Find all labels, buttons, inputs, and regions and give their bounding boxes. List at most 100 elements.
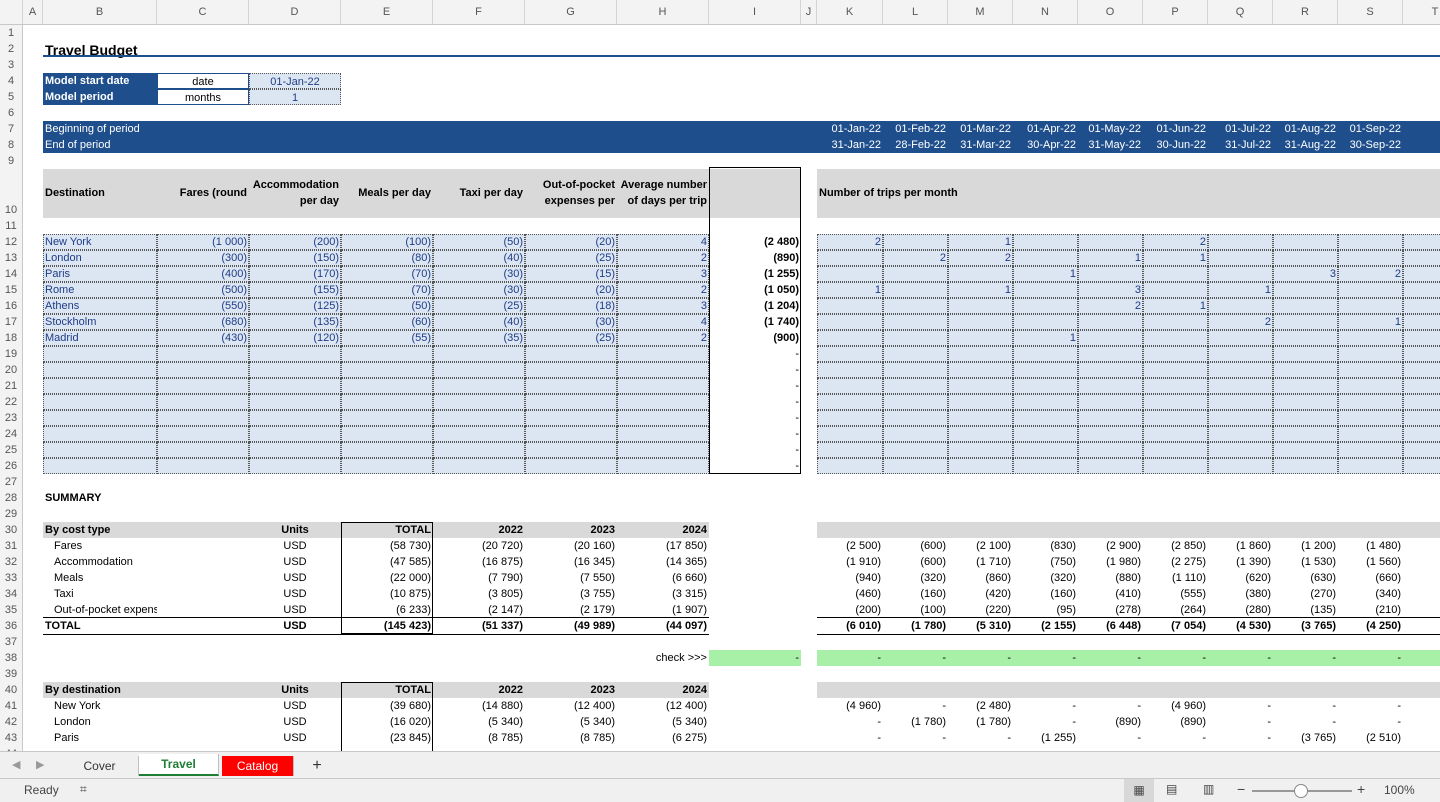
total-cost-value[interactable]: (890)	[709, 250, 801, 266]
meals-value[interactable]: (100)	[341, 234, 433, 250]
taxi-value[interactable]: (40)	[433, 314, 525, 330]
by-dest-row-year[interactable]: (6 275)	[617, 730, 709, 746]
trips-cell[interactable]	[1403, 426, 1440, 442]
row-header[interactable]: 35	[0, 602, 23, 618]
trips-cell[interactable]	[1273, 426, 1338, 442]
taxi-value[interactable]: (30)	[433, 282, 525, 298]
by-cost-row-month[interactable]: (264)	[1143, 602, 1208, 618]
row-header[interactable]: 9	[0, 153, 23, 169]
input-cell[interactable]	[249, 458, 341, 474]
trips-cell[interactable]	[1338, 250, 1403, 266]
trips-cell[interactable]	[1273, 394, 1338, 410]
trips-value[interactable]: 1	[1208, 282, 1273, 298]
by-cost-header-year[interactable]: 2023	[525, 522, 617, 538]
trips-cell[interactable]	[1338, 330, 1403, 346]
row-header[interactable]: 38	[0, 650, 23, 666]
by-cost-row-month[interactable]: (200)	[817, 602, 883, 618]
by-dest-row-month[interactable]: -	[1338, 698, 1403, 714]
by-cost-row-month[interactable]: (2 500)	[817, 538, 883, 554]
out-of-pocket-value[interactable]: (30)	[525, 314, 617, 330]
trips-cell[interactable]	[1403, 266, 1440, 282]
by-dest-row-month[interactable]: (1 255)	[1013, 730, 1078, 746]
trips-cell[interactable]	[1338, 378, 1403, 394]
days-value[interactable]: 3	[617, 266, 709, 282]
trips-cell[interactable]	[1208, 266, 1273, 282]
days-value[interactable]: 2	[617, 250, 709, 266]
select-all-corner[interactable]	[0, 0, 23, 24]
trips-cell[interactable]	[1208, 378, 1273, 394]
input-cell[interactable]	[157, 426, 249, 442]
meals-value[interactable]: (55)	[341, 330, 433, 346]
trips-cell[interactable]	[1013, 346, 1078, 362]
input-cell[interactable]	[43, 442, 157, 458]
trips-cell[interactable]	[817, 346, 883, 362]
column-header-c[interactable]: C	[157, 0, 249, 24]
row-header[interactable]: 6	[0, 105, 23, 121]
trips-cell[interactable]	[1403, 234, 1440, 250]
trips-cell[interactable]	[1143, 458, 1208, 474]
destination-name[interactable]: Stockholm	[43, 314, 157, 330]
row-header[interactable]: 33	[0, 570, 23, 586]
trips-cell[interactable]	[883, 330, 948, 346]
trips-cell[interactable]	[1143, 426, 1208, 442]
input-cell[interactable]	[341, 410, 433, 426]
by-dest-row-month[interactable]: -	[1273, 698, 1338, 714]
column-header-r[interactable]: R	[1273, 0, 1338, 24]
trips-cell[interactable]	[1403, 362, 1440, 378]
trips-cell[interactable]	[1273, 410, 1338, 426]
by-cost-row-month[interactable]: (600)	[883, 554, 948, 570]
out-of-pocket-value[interactable]: (20)	[525, 282, 617, 298]
column-header-m[interactable]: M	[948, 0, 1013, 24]
trips-cell[interactable]	[1403, 346, 1440, 362]
column-header-f[interactable]: F	[433, 0, 525, 24]
trips-cell[interactable]	[1273, 234, 1338, 250]
out-of-pocket-value[interactable]: (25)	[525, 330, 617, 346]
trips-cell[interactable]	[1013, 378, 1078, 394]
accommodation-value[interactable]: (120)	[249, 330, 341, 346]
column-header-p[interactable]: P	[1143, 0, 1208, 24]
by-cost-row-year[interactable]: (7 550)	[525, 570, 617, 586]
row-header[interactable]: 17	[0, 314, 23, 330]
row-header[interactable]: 25	[0, 442, 23, 458]
row-header[interactable]: 27	[0, 474, 23, 490]
input-cell[interactable]	[341, 362, 433, 378]
by-cost-row-month[interactable]: (95)	[1013, 602, 1078, 618]
input-cell[interactable]	[525, 394, 617, 410]
page-break-icon[interactable]: ▥	[1203, 782, 1214, 796]
trips-cell[interactable]	[883, 314, 948, 330]
check-month-value[interactable]: -	[1143, 650, 1208, 666]
input-cell[interactable]	[433, 362, 525, 378]
trips-cell[interactable]	[1013, 410, 1078, 426]
fares-value[interactable]: (500)	[157, 282, 249, 298]
by-dest-row-label[interactable]: London	[43, 714, 157, 730]
trips-cell[interactable]	[1403, 330, 1440, 346]
total-cost-empty[interactable]: -	[709, 394, 801, 410]
by-dest-row-year[interactable]: (12 400)	[525, 698, 617, 714]
row-header[interactable]: 26	[0, 458, 23, 474]
trips-cell[interactable]	[1143, 442, 1208, 458]
trips-cell[interactable]	[1078, 410, 1143, 426]
by-cost-row-month[interactable]: (880)	[1078, 570, 1143, 586]
total-cost-empty[interactable]: -	[709, 458, 801, 474]
out-of-pocket-value[interactable]: (15)	[525, 266, 617, 282]
by-cost-header-year[interactable]: 2022	[433, 522, 525, 538]
by-cost-row-month[interactable]: (600)	[883, 538, 948, 554]
row-header[interactable]: 24	[0, 426, 23, 442]
column-header-j[interactable]: J	[801, 0, 817, 24]
row-header[interactable]: 10	[0, 169, 23, 218]
by-cost-row-month[interactable]: (160)	[883, 586, 948, 602]
by-cost-row-month[interactable]: (1 200)	[1273, 538, 1338, 554]
by-dest-row-month[interactable]: (3 765)	[1273, 730, 1338, 746]
trips-cell[interactable]	[1013, 282, 1078, 298]
by-dest-row-month[interactable]: -	[1208, 698, 1273, 714]
accommodation-value[interactable]: (155)	[249, 282, 341, 298]
total-cost-value[interactable]: (1 740)	[709, 314, 801, 330]
trips-cell[interactable]	[1013, 458, 1078, 474]
input-cell[interactable]	[525, 426, 617, 442]
total-cost-empty[interactable]: -	[709, 346, 801, 362]
total-cost-value[interactable]: (1 204)	[709, 298, 801, 314]
trips-cell[interactable]	[948, 314, 1013, 330]
trips-cell[interactable]	[817, 458, 883, 474]
input-cell[interactable]	[157, 362, 249, 378]
trips-cell[interactable]	[817, 266, 883, 282]
